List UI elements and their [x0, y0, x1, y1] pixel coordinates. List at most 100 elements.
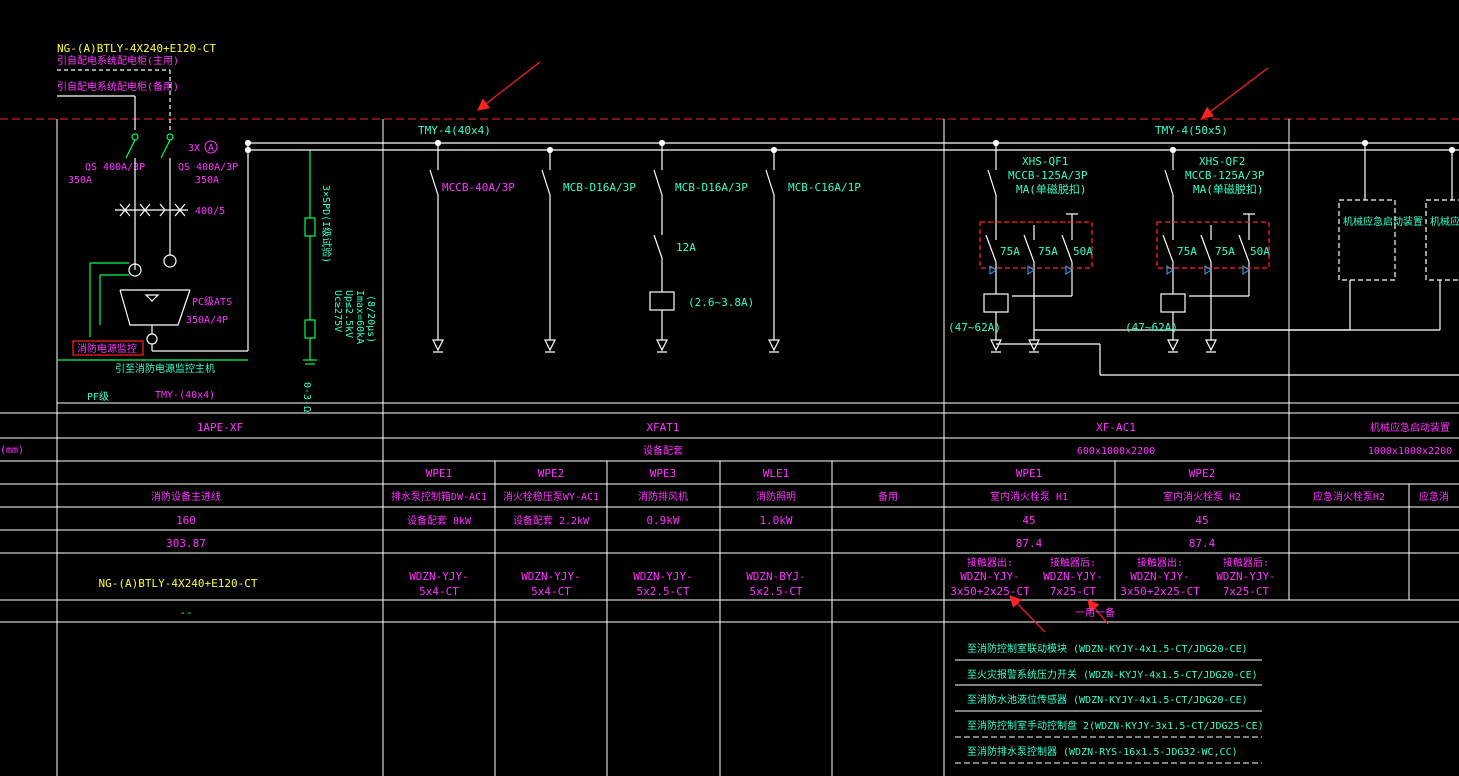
cable-cell-1-line-2: 5x4-CT [419, 585, 459, 598]
right-breaker-1-c2: 75A [1038, 245, 1058, 258]
table-unit: (mm) [0, 445, 24, 456]
panel-3: XF-AC1 [1096, 421, 1136, 434]
mid-breaker-3-label: MCB-D16A/3P [675, 181, 748, 194]
circuit-4: WLE1 [763, 467, 790, 480]
cable-right-1-head: 接触器出: [967, 556, 1013, 569]
name-2: 排水泵控制箱DW-AC1 [391, 490, 487, 503]
mid-breaker-3-relay: (2.6~3.8A) [688, 296, 754, 309]
name-9: 应急消火栓泵H2 [1313, 490, 1385, 503]
one-use-note: 一用一备 [1075, 606, 1115, 619]
name-5: 消防照明 [756, 490, 796, 503]
cable-cell-4-line-1: WDZN-BYJ- [746, 570, 806, 583]
note-5: 至消防排水泵控制器 (WDZN-RYS-16x1.5-JDG32-WC,CC) [967, 745, 1238, 758]
name-7: 室内消火栓泵 H1 [990, 490, 1068, 503]
cable-right-3-l2: 3x50+2x25-CT [1120, 585, 1200, 598]
mid-breaker-1-label: MCCB-40A/3P [442, 181, 515, 194]
qs-right-rating: 350A [195, 175, 219, 186]
power-6: 45 [1022, 514, 1035, 527]
incoming-cable-top: NG-(A)BTLY-4X240+E120-CT [57, 42, 216, 55]
name-8: 室内消火栓泵 H2 [1163, 490, 1241, 503]
note-3: 至消防水池液位传感器 (WDZN-KYJY-4x1.5-CT/JDG20-CE) [967, 693, 1248, 706]
right-breaker-1-c3: 50A [1073, 245, 1093, 258]
spd-label-1: 3×SPD(I级试验) [320, 185, 333, 263]
power-7: 45 [1195, 514, 1208, 527]
cable-right-2-l1: WDZN-YJY- [1043, 570, 1103, 583]
mid-breaker-2-label: MCB-D16A/3P [563, 181, 636, 194]
panel-2: XFAT1 [646, 421, 679, 434]
qs-switches [125, 133, 174, 159]
current-2: 87.4 [1016, 537, 1043, 550]
circuit-2: WPE2 [538, 467, 565, 480]
name-1: 消防设备主进线 [151, 490, 221, 503]
qs-left-rating: 350A [68, 175, 92, 186]
qs-right-label: QS 400A/3P [178, 162, 238, 173]
incoming-backup-note: 引自配电系统配电柜(备用) [57, 80, 179, 93]
incoming-main-note: 引自配电系统配电柜(主用) [57, 54, 179, 67]
ct-ratio: 400/5 [195, 206, 225, 217]
pf-note: PF级 [87, 391, 109, 403]
cable-right-1-l1: WDZN-YJY- [960, 570, 1020, 583]
far-box-frame [1338, 139, 1459, 281]
right-breaker-2 [1100, 146, 1459, 376]
mid-breaker-2 [541, 146, 556, 353]
right-breaker-2-type: MCCB-125A/3P [1185, 169, 1265, 182]
main-bus [244, 139, 1459, 154]
bus-right-label: TMY-4(50x5) [1155, 124, 1228, 137]
cable-right-4-l1: WDZN-YJY- [1216, 570, 1276, 583]
far-box-2: 机械应急启动装置 [1430, 215, 1459, 228]
cable-right-2-l2: 7x25-CT [1050, 585, 1097, 598]
cable-right-3-head: 接触器出: [1137, 556, 1183, 569]
right-breaker-2-c3: 50A [1250, 245, 1270, 258]
bus-left-label: TMY-(40x4) [155, 390, 215, 401]
right-breaker-2-note: MA(单磁脱扣) [1193, 182, 1264, 196]
cable-right-2-head: 接触器后: [1050, 556, 1096, 569]
right-breaker-1-c1: 75A [1000, 245, 1020, 258]
cable-right-1-l2: 3x50+2x25-CT [950, 585, 1030, 598]
cable-cell-2-line-1: WDZN-YJY- [521, 570, 581, 583]
note-4: 至消防控制室手动控制盘 2(WDZN-KYJY-3x1.5-CT/JDG25-C… [967, 719, 1264, 732]
name-10: 应急消 [1419, 490, 1449, 503]
power-1: 160 [176, 514, 196, 527]
power-5: 1.0kW [759, 514, 792, 527]
qs-left-label: QS 400A/3P [85, 162, 145, 173]
right-breaker-2-name: XHS-QF2 [1199, 155, 1245, 168]
right-breaker-1-name: XHS-QF1 [1022, 155, 1068, 168]
ct-count: 3X [188, 143, 200, 154]
circuit-5: WPE1 [1016, 467, 1043, 480]
right-breaker-1-type: MCCB-125A/3P [1008, 169, 1088, 182]
note-2: 至火灾报警系统压力开关 (WDZN-KYJY-4x1.5-CT/JDG20-CE… [967, 668, 1258, 681]
mid-breaker-3-sub: 12A [676, 241, 696, 254]
right-breaker-1-note: MA(单磁脱扣) [1016, 182, 1087, 196]
ats-rating: 350A/4P [186, 315, 228, 326]
spd-label-5: (8/20μs) [365, 295, 376, 343]
mid-breaker-4-label: MCB-C16A/1P [788, 181, 861, 194]
size-4: 1000x1000x2200 [1368, 446, 1452, 457]
incoming-feeders [57, 69, 171, 130]
right-breaker-2-c2: 75A [1215, 245, 1235, 258]
panel-1: 1APE-XF [197, 421, 243, 434]
far-box-1: 机械应急启动装置 [1343, 215, 1423, 228]
dash-cell: -- [179, 606, 192, 619]
note-1: 至消防控制室联动模块 (WDZN-KYJY-4x1.5-CT/JDG20-CE) [967, 642, 1248, 655]
size-2: 设备配套 [643, 444, 683, 457]
spd-label-2: Uc≥275V [332, 290, 343, 332]
cable-right-4-head: 接触器后: [1223, 556, 1269, 569]
fire-monitor-label: 消防电源监控 [77, 342, 137, 355]
fire-monitor-note: 引至消防电源监控主机 [115, 362, 215, 375]
mid-breaker-3 [649, 139, 675, 353]
ct-symbol: A [208, 143, 214, 154]
spd-branch [303, 150, 317, 365]
circuit-1: WPE1 [426, 467, 453, 480]
power-2: 设备配套 8kW [407, 514, 472, 527]
size-3: 600x1000x2200 [1077, 446, 1155, 457]
cable-right-4-l2: 7x25-CT [1223, 585, 1270, 598]
name-6: 备用 [878, 490, 898, 503]
mid-breaker-4 [765, 146, 780, 353]
circuit-3: WPE3 [650, 467, 677, 480]
cable-main: NG-(A)BTLY-4X240+E120-CT [99, 577, 258, 590]
name-3: 消火栓稳压泵WY-AC1 [503, 490, 599, 503]
electrical-schematic: NG-(A)BTLY-4X240+E120-CT 引自配电系统配电柜(主用) 引… [0, 42, 1459, 776]
cable-right-3-l1: WDZN-YJY- [1130, 570, 1190, 583]
panel-4: 机械应急启动装置 [1370, 421, 1450, 434]
ats-label: PC级ATS [192, 296, 232, 308]
